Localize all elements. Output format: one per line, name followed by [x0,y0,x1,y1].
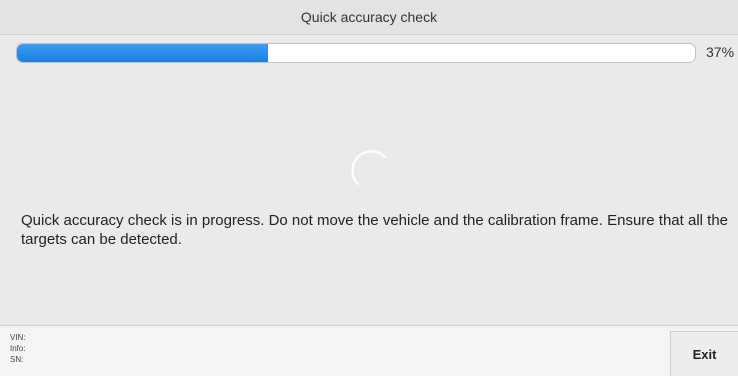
progress-fill [17,44,268,62]
progress-row: 37% [16,43,738,65]
device-info: VIN: Info: SN: [10,332,26,365]
loading-spinner-icon [351,150,387,186]
info-label: Info: [10,344,26,353]
progress-percent: 37% [706,44,735,60]
footer: VIN: Info: SN: Exit [0,325,738,376]
title-bar: Quick accuracy check [0,0,738,35]
vin-label: VIN: [10,333,26,342]
sn-label: SN: [10,355,24,364]
page-title: Quick accuracy check [300,9,438,25]
progress-bar [16,43,696,63]
status-message: Quick accuracy check is in progress. Do … [21,212,729,248]
exit-button[interactable]: Exit [670,331,738,376]
screen: Quick accuracy check 37% Quick accuracy … [0,0,738,376]
